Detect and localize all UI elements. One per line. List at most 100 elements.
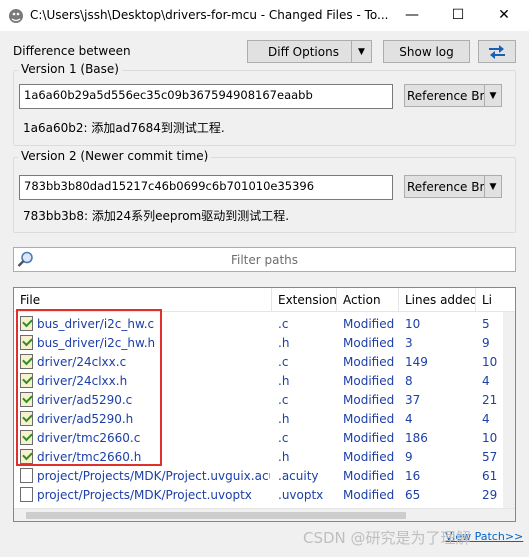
column-header-action[interactable]: Action [337, 288, 399, 312]
modified-file-icon [20, 335, 33, 350]
table-row[interactable]: driver/ad5290.c .c Modified 37 21 [14, 390, 515, 409]
maximize-button[interactable]: ☐ [435, 0, 481, 30]
file-cell[interactable]: project/Projects/MDK/Project.uvoptx [20, 485, 270, 504]
file-path: driver/24clxx.h [37, 373, 128, 388]
horizontal-scrollbar[interactable] [14, 508, 515, 521]
file-cell[interactable]: driver/tmc2660.c [20, 428, 270, 447]
lines-added-cell: 3 [405, 335, 413, 350]
extension-cell: .c [278, 430, 289, 445]
horizontal-scroll-thumb[interactable] [26, 512, 406, 519]
diff-options-button[interactable]: Diff Options ▼ [247, 40, 372, 63]
lines-removed-cell: 21 [482, 392, 498, 407]
close-icon: ✕ [498, 7, 510, 23]
extension-cell: .h [278, 373, 290, 388]
file-path: driver/ad5290.h [37, 411, 134, 426]
table-row[interactable]: driver/24clxx.c .c Modified 149 10 [14, 352, 515, 371]
file-cell[interactable]: bus_driver/i2c_hw.c [20, 314, 270, 333]
lines-added-cell: 16 [405, 468, 421, 483]
file-cell[interactable]: driver/tmc2660.h [20, 447, 270, 466]
lines-removed-cell: 4 [482, 411, 490, 426]
modified-file-icon [20, 449, 33, 464]
file-path: driver/24clxx.c [37, 354, 127, 369]
close-button[interactable]: ✕ [481, 0, 527, 30]
version1-label: Version 1 (Base) [18, 62, 122, 76]
extension-cell: .acuity [278, 468, 319, 483]
version1-hash-input[interactable]: 1a6a60b29a5d556ec35c09b367594908167eaabb [19, 84, 393, 109]
extension-cell: .c [278, 354, 289, 369]
version2-reference-button[interactable]: Reference Br... ▼ [404, 175, 502, 198]
chevron-down-icon[interactable]: ▼ [351, 41, 371, 62]
file-cell[interactable]: driver/ad5290.h [20, 409, 270, 428]
lines-added-cell: 186 [405, 430, 428, 445]
table-row[interactable]: bus_driver/i2c_hw.c .c Modified 10 5 [14, 314, 515, 333]
action-cell: Modified [343, 487, 395, 502]
modified-file-icon [20, 430, 33, 445]
file-path: bus_driver/i2c_hw.h [37, 335, 156, 350]
file-path: driver/tmc2660.h [37, 449, 142, 464]
vertical-scrollbar[interactable] [503, 312, 515, 510]
modified-file-icon [20, 354, 33, 369]
modified-file-icon [20, 316, 33, 331]
table-row[interactable]: driver/tmc2660.h .h Modified 9 57 [14, 447, 515, 466]
swap-versions-button[interactable] [478, 40, 516, 63]
table-row[interactable]: project/Projects/MDK/Project.uvoptx .uvop… [14, 485, 515, 504]
chevron-down-icon[interactable]: ▼ [484, 85, 501, 106]
lines-removed-cell: 29 [482, 487, 498, 502]
swap-arrows-icon [489, 44, 505, 59]
action-cell: Modified [343, 411, 395, 426]
changed-files-list[interactable]: File Extension Action Lines added Li bus… [13, 287, 516, 522]
lines-added-cell: 9 [405, 449, 413, 464]
modified-file-icon [20, 411, 33, 426]
show-log-button[interactable]: Show log [383, 40, 470, 63]
table-row[interactable]: bus_driver/i2c_hw.h .h Modified 3 9 [14, 333, 515, 352]
extension-cell: .c [278, 316, 289, 331]
lines-removed-cell: 9 [482, 335, 490, 350]
file-cell[interactable]: driver/24clxx.h [20, 371, 270, 390]
plain-file-icon [20, 468, 33, 483]
table-row[interactable]: driver/ad5290.h .h Modified 4 4 [14, 409, 515, 428]
version2-label: Version 2 (Newer commit time) [18, 149, 212, 163]
minimize-button[interactable]: — [389, 0, 435, 30]
lines-removed-cell: 10 [482, 430, 498, 445]
column-header-lines-removed[interactable]: Li [476, 288, 506, 312]
window-title: C:\Users\jssh\Desktop\drivers-for-mcu - … [30, 8, 389, 22]
version2-summary: 783bb3b8: 添加24系列eeprom驱动到测试工程. [23, 209, 290, 223]
extension-cell: .c [278, 392, 289, 407]
maximize-icon: ☐ [451, 7, 465, 23]
version1-reference-button[interactable]: Reference Br... ▼ [404, 84, 502, 107]
chevron-down-icon[interactable]: ▼ [484, 176, 501, 197]
lines-added-cell: 37 [405, 392, 421, 407]
action-cell: Modified [343, 354, 395, 369]
file-cell[interactable]: driver/ad5290.c [20, 390, 270, 409]
lines-removed-cell: 4 [482, 373, 490, 388]
table-row[interactable]: driver/tmc2660.c .c Modified 186 10 [14, 428, 515, 447]
file-cell[interactable]: bus_driver/i2c_hw.h [20, 333, 270, 352]
column-header-lines-added[interactable]: Lines added [399, 288, 476, 312]
action-cell: Modified [343, 335, 395, 350]
action-cell: Modified [343, 468, 395, 483]
lines-removed-cell: 5 [482, 316, 490, 331]
column-header-extension[interactable]: Extension [272, 288, 337, 312]
lines-removed-cell: 57 [482, 449, 498, 464]
file-cell[interactable]: driver/24clxx.c [20, 352, 270, 371]
column-header-file[interactable]: File [14, 288, 272, 312]
extension-cell: .h [278, 449, 290, 464]
table-row[interactable]: driver/24clxx.h .h Modified 8 4 [14, 371, 515, 390]
table-row[interactable]: project/Projects/MDK/Project.uvguix.acui… [14, 466, 515, 485]
action-cell: Modified [343, 430, 395, 445]
lines-added-cell: 4 [405, 411, 413, 426]
file-path: bus_driver/i2c_hw.c [37, 316, 155, 331]
minimize-icon: — [405, 7, 419, 23]
file-path: driver/tmc2660.c [37, 430, 141, 445]
title-bar: C:\Users\jssh\Desktop\drivers-for-mcu - … [0, 0, 529, 32]
file-path: project/Projects/MDK/Project.uvoptx [37, 487, 252, 502]
diff-options-label: Diff Options [268, 44, 339, 59]
filter-paths-input[interactable]: Filter paths [13, 247, 516, 272]
difference-between-label: Difference between [13, 44, 131, 58]
version2-hash-input[interactable]: 783bb3b80dad15217c46b0699c6b701010e35396 [19, 175, 393, 200]
modified-file-icon [20, 392, 33, 407]
file-cell[interactable]: project/Projects/MDK/Project.uvguix.acui… [20, 466, 270, 485]
extension-cell: .h [278, 335, 290, 350]
action-cell: Modified [343, 316, 395, 331]
file-path: driver/ad5290.c [37, 392, 133, 407]
